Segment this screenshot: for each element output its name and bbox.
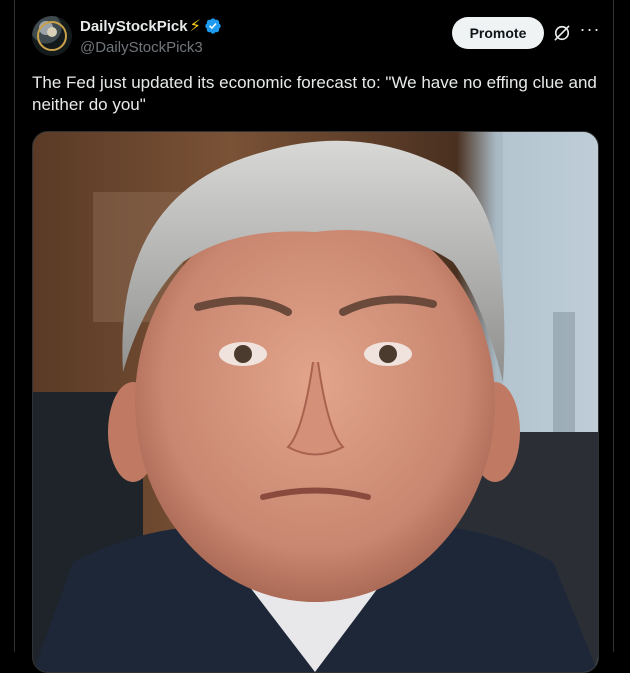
tweet-header: DailyStockPick ⚡ @DailyStockPick3 Promot… [32,16,602,60]
avatar[interactable] [32,16,72,56]
promote-button[interactable]: Promote [452,17,544,49]
display-name-row: DailyStockPick ⚡ [80,16,222,36]
verified-badge-icon[interactable] [204,17,222,35]
lightning-emoji: ⚡ [189,18,201,35]
display-name[interactable]: DailyStockPick [80,18,188,35]
grok-icon[interactable] [552,23,572,43]
portrait-photo [33,132,598,672]
tweet-image[interactable] [32,131,599,673]
avatar-face [47,27,57,37]
author-info: DailyStockPick ⚡ @DailyStockPick3 [80,16,222,56]
handle[interactable]: @DailyStockPick3 [80,39,222,56]
more-icon[interactable]: ··· [578,19,602,43]
tweet-text: The Fed just updated its economic foreca… [32,73,597,114]
